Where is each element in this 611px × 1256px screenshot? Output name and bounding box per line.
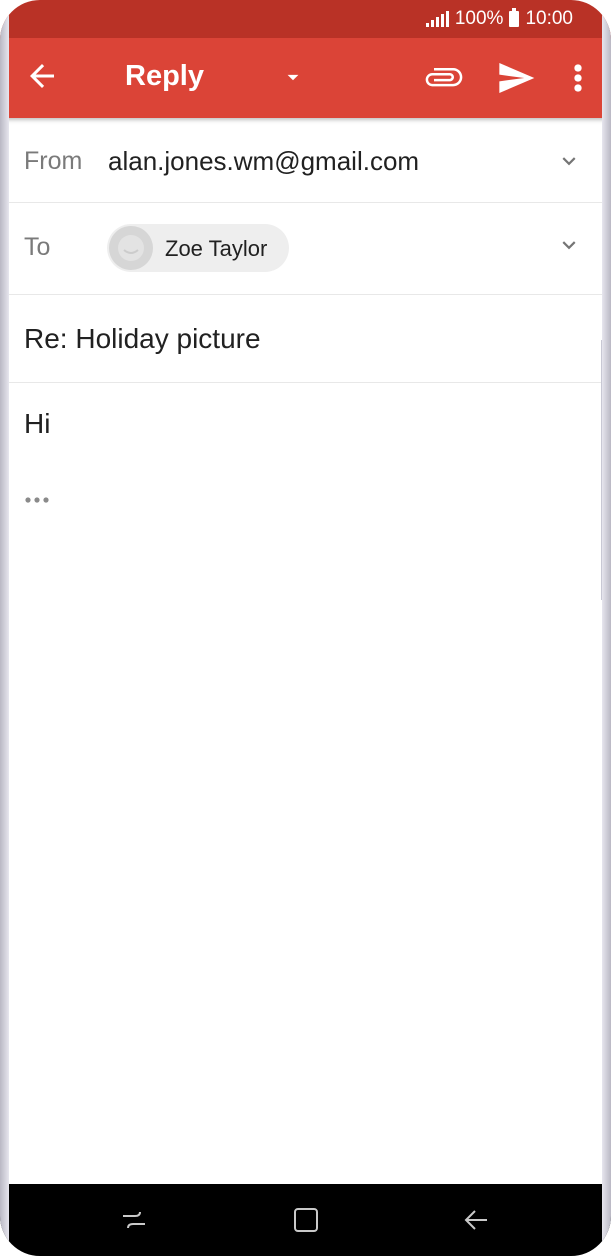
- contact-avatar-icon: [118, 235, 144, 261]
- from-address[interactable]: alan.jones.wm@gmail.com: [108, 146, 419, 177]
- from-row[interactable]: From alan.jones.wm@gmail.com: [9, 118, 602, 203]
- back-arrow-icon[interactable]: [24, 58, 60, 94]
- back-icon[interactable]: [460, 1204, 492, 1236]
- dropdown-arrow-icon[interactable]: [280, 64, 306, 90]
- subject-row[interactable]: Re: Holiday picture: [9, 295, 602, 383]
- ellipsis-icon[interactable]: [24, 495, 50, 505]
- recent-apps-icon[interactable]: [118, 1204, 150, 1236]
- chevron-down-icon[interactable]: [556, 148, 582, 174]
- to-row[interactable]: To Zoe Taylor: [9, 203, 602, 295]
- page-title: Reply: [125, 60, 204, 92]
- avatar: [109, 226, 153, 270]
- message-body[interactable]: Hi: [24, 408, 50, 440]
- clock: 10:00: [525, 8, 573, 29]
- signal-icon: [425, 11, 449, 27]
- device-bezel-right: [602, 0, 611, 1256]
- phone-screen: 100% 10:00 Reply From alan.jones.wm@gmai…: [0, 0, 611, 1256]
- battery-icon: [509, 8, 520, 27]
- attach-icon[interactable]: [424, 58, 464, 98]
- status-indicators: 100% 10:00: [425, 8, 573, 30]
- side-edge-handle[interactable]: [601, 340, 611, 600]
- home-icon[interactable]: [290, 1204, 322, 1236]
- subject-field[interactable]: Re: Holiday picture: [24, 323, 261, 355]
- status-bar: 100% 10:00: [0, 0, 611, 38]
- device-bezel-left: [0, 0, 9, 1256]
- from-label: From: [24, 147, 83, 175]
- chevron-down-icon[interactable]: [556, 232, 582, 258]
- more-vert-icon[interactable]: [565, 58, 591, 98]
- recipient-name: Zoe Taylor: [165, 236, 268, 261]
- recipient-chip[interactable]: Zoe Taylor: [107, 224, 289, 272]
- to-label: To: [24, 233, 51, 261]
- navigation-bar: [0, 1184, 611, 1256]
- battery-percent: 100%: [454, 8, 504, 29]
- send-icon[interactable]: [496, 58, 536, 98]
- app-bar: Reply: [0, 38, 611, 118]
